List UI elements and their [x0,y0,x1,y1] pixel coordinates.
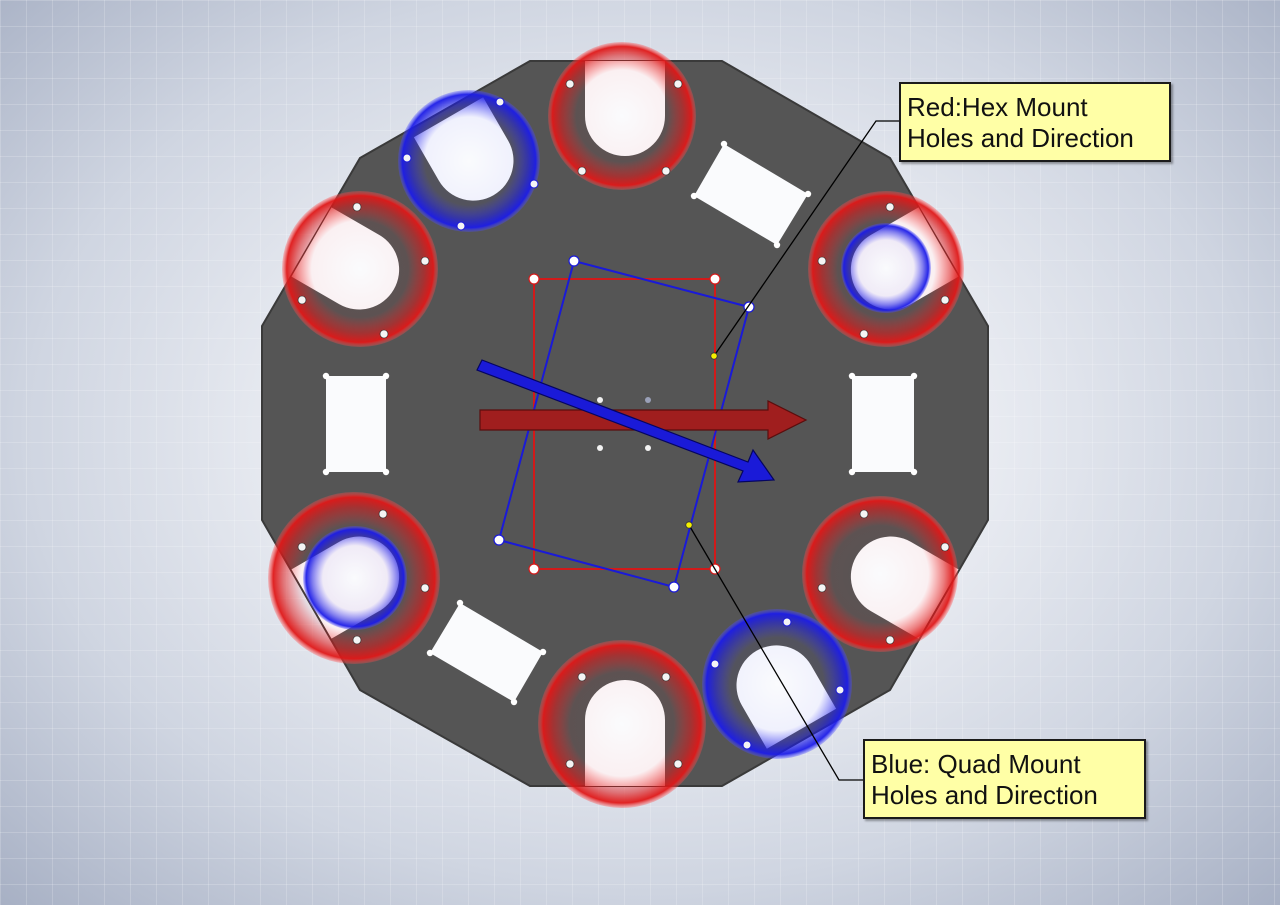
callout-hex-mount[interactable]: Red:Hex Mount Holes and Direction [899,82,1171,162]
cad-viewport[interactable]: Red:Hex Mount Holes and Direction Blue: … [0,0,1280,905]
callout-hex-line1: Red:Hex Mount [907,92,1088,122]
callout-quad-mount[interactable]: Blue: Quad Mount Holes and Direction [863,739,1146,819]
cutout-right [852,376,914,472]
callout-hex-line2: Holes and Direction [907,123,1134,153]
leader-point-red [710,352,718,360]
leader-point-blue [685,521,693,529]
cutout-left [326,376,386,472]
callout-quad-line2: Holes and Direction [871,780,1098,810]
callout-quad-line1: Blue: Quad Mount [871,749,1081,779]
